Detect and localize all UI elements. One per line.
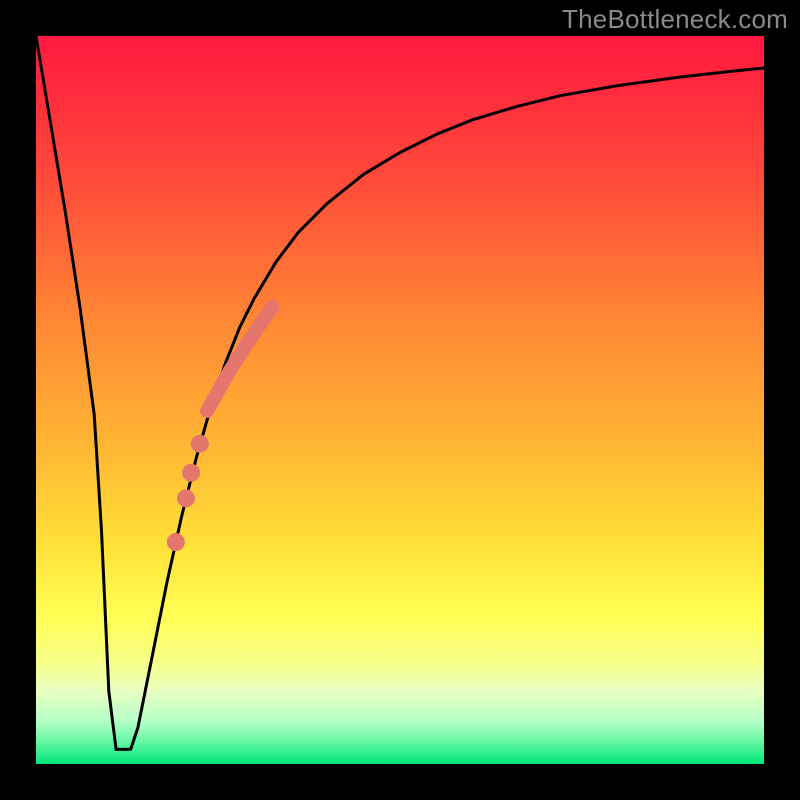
chart-svg [0, 0, 800, 800]
marker-dot [182, 464, 200, 482]
marker-dot [167, 533, 185, 551]
marker-dot [177, 489, 195, 507]
bottleneck-chart: TheBottleneck.com [0, 0, 800, 800]
plot-background [36, 36, 764, 764]
marker-dot [191, 435, 209, 453]
watermark-text: TheBottleneck.com [562, 4, 788, 35]
